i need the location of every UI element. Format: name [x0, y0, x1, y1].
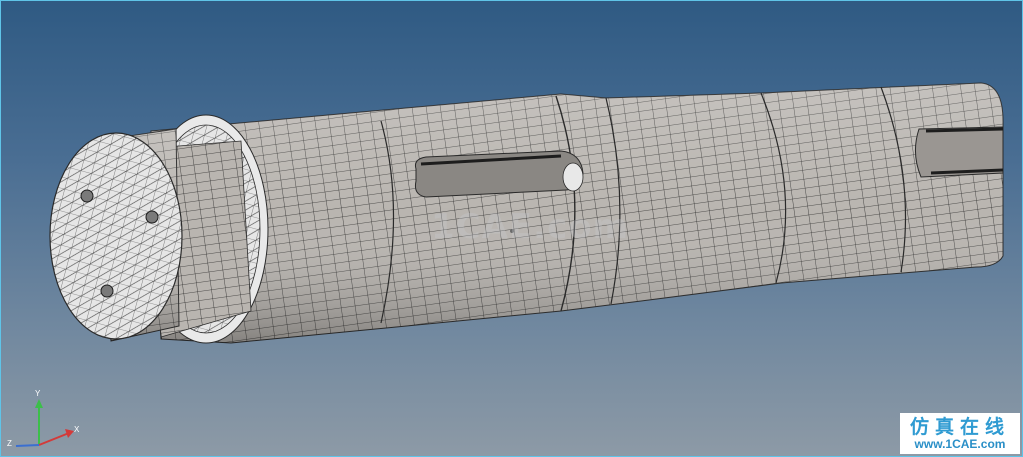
- shaft-end-face: [49, 128, 183, 342]
- bolt-hole: [145, 210, 159, 224]
- end-slot: [915, 126, 1004, 178]
- x-axis-label: X: [74, 425, 80, 434]
- axis-triad: [15, 399, 74, 447]
- z-axis-label: Z: [7, 439, 12, 448]
- watermark-text: 1CAE.com: [431, 207, 630, 247]
- bolt-hole: [80, 189, 94, 203]
- graphics-viewport[interactable]: 1CAE.com Y X Z 仿真在线 www.1CAE.com: [0, 0, 1023, 457]
- x-axis-arrow: [38, 432, 70, 446]
- badge-title: 仿真在线: [909, 415, 1010, 438]
- keyway-slot: [415, 150, 584, 198]
- y-axis-label: Y: [35, 389, 41, 398]
- site-badge[interactable]: 仿真在线 www.1CAE.com: [900, 413, 1020, 454]
- badge-url: www.1CAE.com: [914, 436, 1006, 451]
- bolt-hole: [100, 284, 114, 298]
- z-axis-arrow: [15, 444, 40, 447]
